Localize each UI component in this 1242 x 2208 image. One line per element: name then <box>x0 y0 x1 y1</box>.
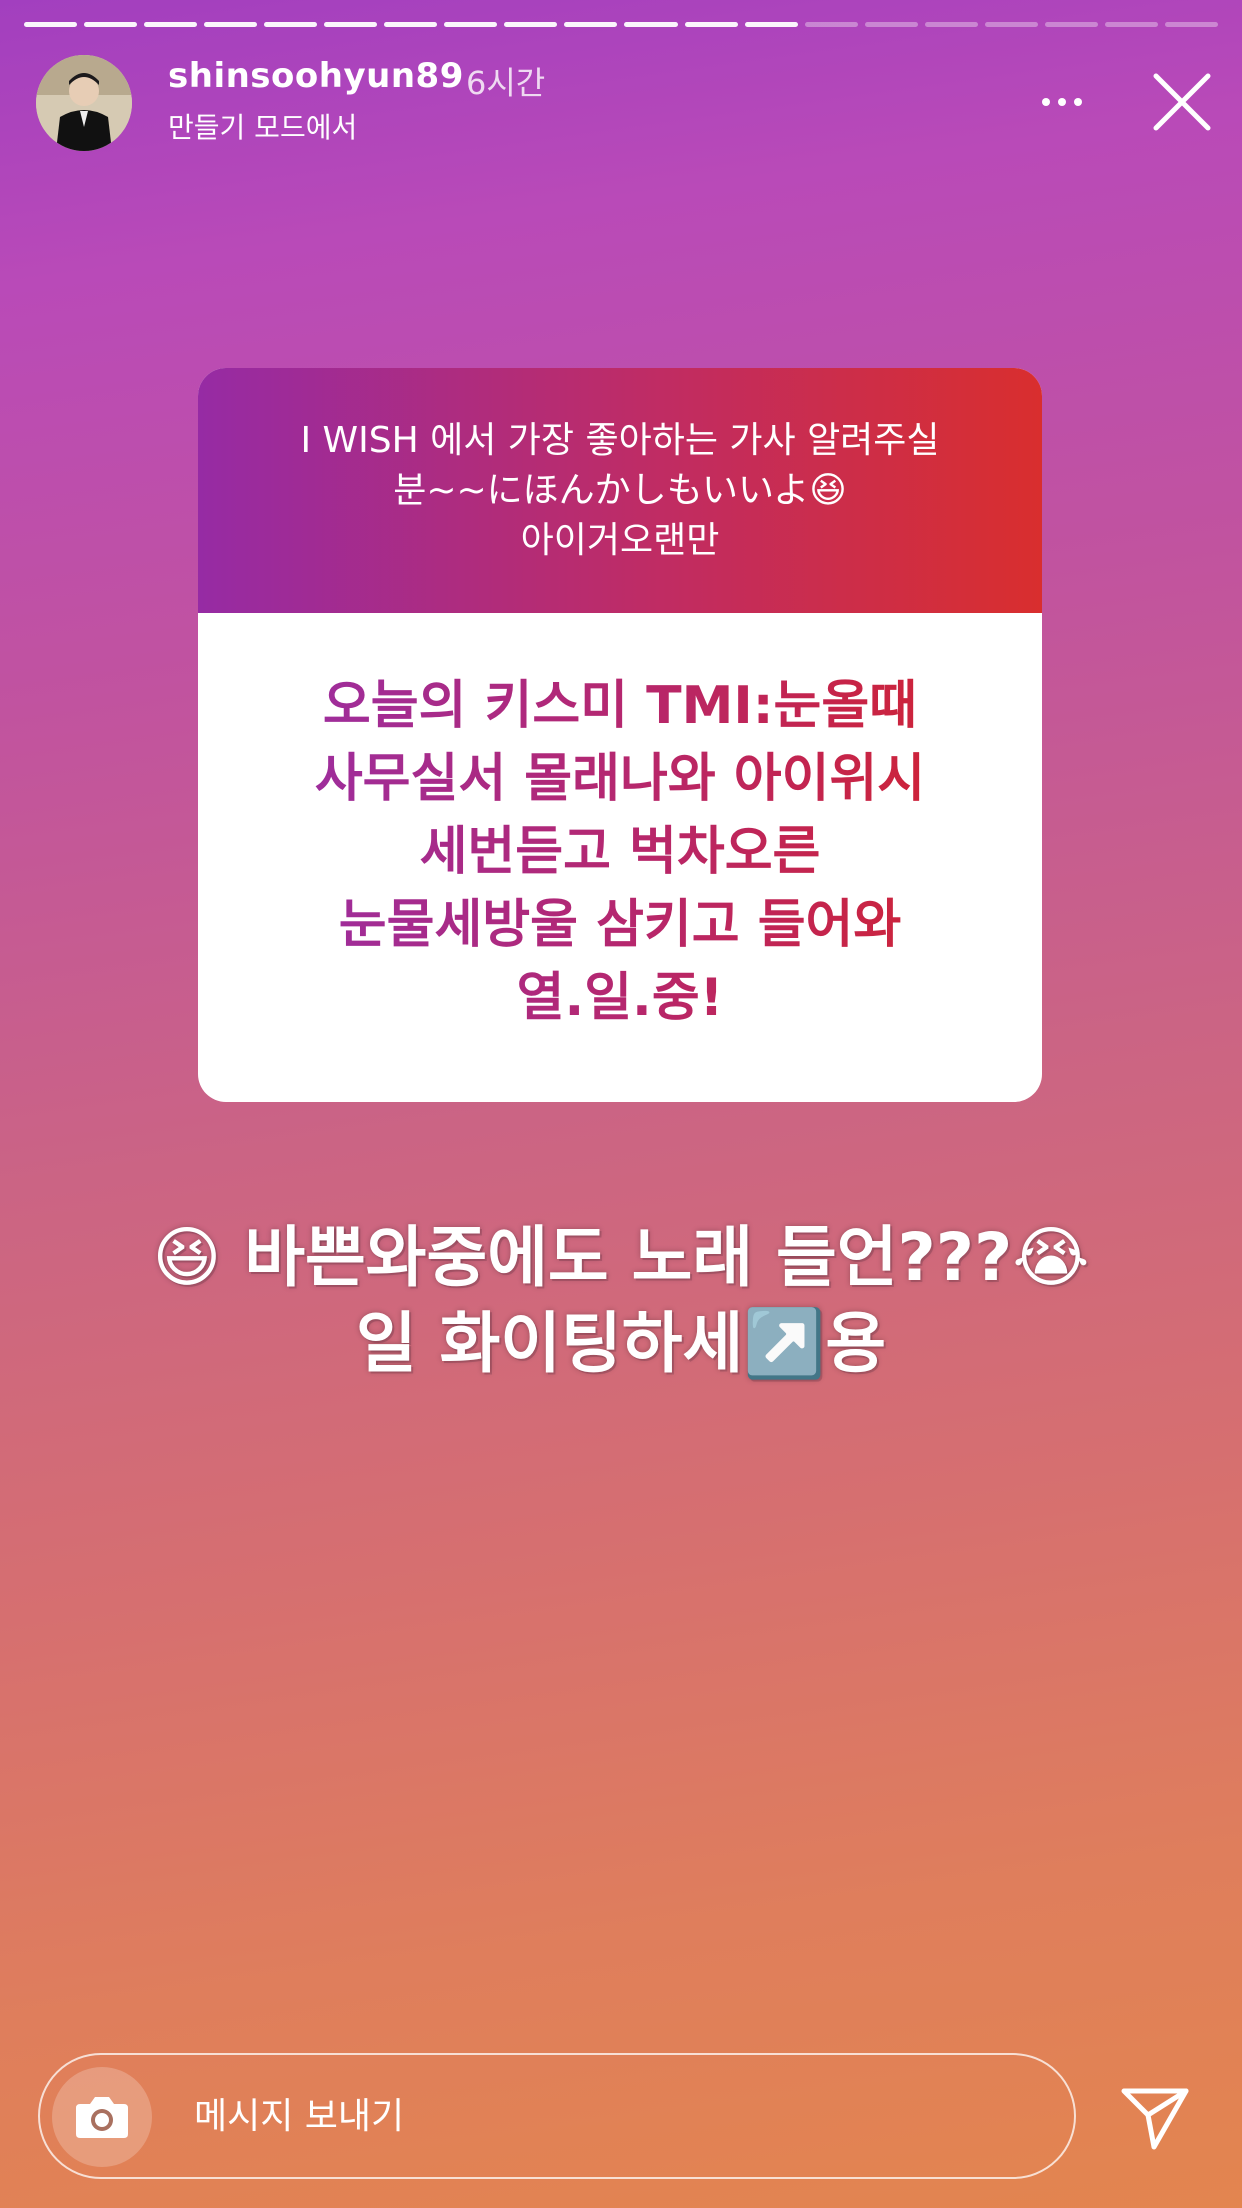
story-progress-segment <box>744 22 798 27</box>
avatar-image <box>36 55 132 151</box>
close-icon <box>1153 73 1211 131</box>
camera-button[interactable] <box>52 2067 152 2167</box>
send-button[interactable] <box>1120 2085 1190 2151</box>
more-icon-dot <box>1074 98 1082 106</box>
story-progress-bar <box>24 22 1218 28</box>
story-view[interactable]: shinsoohyun89 6시간 만들기 모드에서 I WISH 에서 가장 … <box>0 0 1242 2208</box>
story-progress-segment <box>564 22 618 27</box>
story-progress-segment <box>144 22 198 27</box>
story-caption: 😆 바쁜와중에도 노래 들언???😭 일 화이팅하세↗️용 <box>152 1219 1090 1382</box>
story-progress-segment <box>924 22 978 27</box>
message-input[interactable] <box>194 2055 1014 2177</box>
story-progress-segment <box>84 22 138 27</box>
story-progress-segment <box>384 22 438 27</box>
story-progress-segment <box>444 22 498 27</box>
story-progress-segment <box>984 22 1038 27</box>
send-icon <box>1121 2088 1189 2150</box>
more-button[interactable] <box>1030 80 1094 124</box>
more-icon-dot <box>1058 98 1066 106</box>
story-progress-segment <box>1164 22 1218 27</box>
question-sticker: I WISH 에서 가장 좋아하는 가사 알려주실 분~~にほんかしもいいよ😆 … <box>198 368 1042 1102</box>
question-header: I WISH 에서 가장 좋아하는 가사 알려주실 분~~にほんかしもいいよ😆 … <box>198 368 1042 613</box>
post-time: 6시간 <box>466 64 546 102</box>
answer-area: 오늘의 키스미 TMI:눈올때 사무실서 몰래나와 아이위시 세번듣고 벅차오른… <box>198 613 1042 1102</box>
avatar[interactable] <box>36 55 132 151</box>
close-button[interactable] <box>1150 70 1214 134</box>
story-progress-segment <box>264 22 318 27</box>
create-mode-label: 만들기 모드에서 <box>168 111 358 144</box>
story-progress-segment <box>504 22 558 27</box>
answer-text: 오늘의 키스미 TMI:눈올때 사무실서 몰래나와 아이위시 세번듣고 벅차오른… <box>230 670 1010 1035</box>
camera-icon <box>76 2097 128 2138</box>
more-icon <box>1042 98 1050 106</box>
story-progress-segment <box>804 22 858 27</box>
story-progress-segment <box>1104 22 1158 27</box>
message-bar[interactable] <box>38 2053 1076 2179</box>
story-progress-segment <box>864 22 918 27</box>
story-progress-segment <box>324 22 378 27</box>
story-progress-segment <box>1044 22 1098 27</box>
story-progress-segment <box>24 22 78 27</box>
story-progress-segment <box>684 22 738 27</box>
username[interactable]: shinsoohyun89 <box>168 56 464 96</box>
question-text: I WISH 에서 가장 좋아하는 가사 알려주실 분~~にほんかしもいいよ😆 … <box>300 419 940 561</box>
story-progress-segment <box>204 22 258 27</box>
story-progress-segment <box>624 22 678 27</box>
